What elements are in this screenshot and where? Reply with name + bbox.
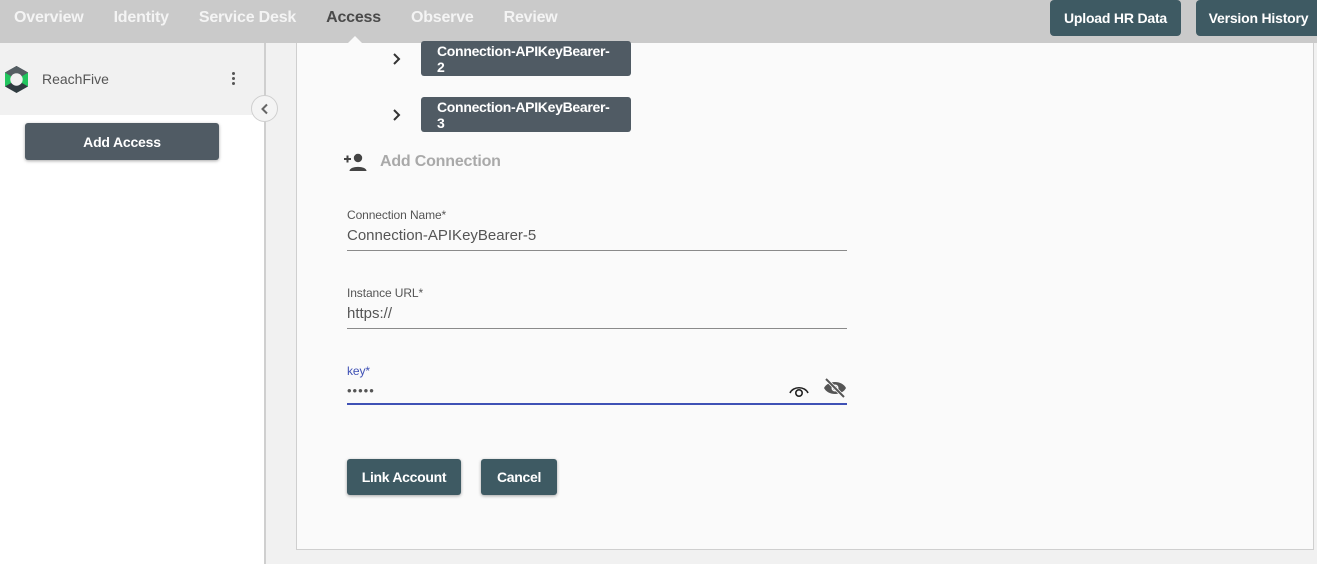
eye-off-icon[interactable] <box>823 378 847 398</box>
upload-hr-data-button[interactable]: Upload HR Data <box>1050 0 1181 36</box>
connection-row: Connection-APIKeyBearer-3 <box>390 97 631 132</box>
key-field: key* <box>347 364 847 405</box>
org-item[interactable]: ReachFive <box>0 43 264 115</box>
instance-url-label: Instance URL* <box>347 286 424 300</box>
key-input[interactable] <box>347 378 847 405</box>
reachfive-logo-icon <box>5 66 28 93</box>
main-nav: Overview Identity Service Desk Access Ob… <box>14 0 588 36</box>
nav-tab-access[interactable]: Access <box>326 9 381 27</box>
collapse-sidebar-button[interactable] <box>251 95 278 122</box>
nav-tab-overview[interactable]: Overview <box>14 9 84 27</box>
chevron-right-icon[interactable] <box>390 108 404 122</box>
link-account-button[interactable]: Link Account <box>347 459 461 495</box>
connection-row: Connection-APIKeyBearer-2 <box>390 41 631 76</box>
connection-chip[interactable]: Connection-APIKeyBearer-3 <box>421 97 631 132</box>
add-connection-label: Add Connection <box>380 153 501 170</box>
chevron-right-icon[interactable] <box>390 52 404 66</box>
nav-tab-observe[interactable]: Observe <box>411 9 474 27</box>
connection-name-field: Connection Name* <box>347 208 847 251</box>
active-tab-indicator <box>348 36 362 43</box>
add-connection-button[interactable]: Add Connection <box>344 152 501 172</box>
key-label: key* <box>347 364 370 378</box>
instance-url-field: Instance URL* <box>347 286 847 329</box>
connection-name-label: Connection Name* <box>347 208 447 222</box>
org-name: ReachFive <box>42 71 109 87</box>
connection-chip[interactable]: Connection-APIKeyBearer-2 <box>421 41 631 76</box>
eye-icon[interactable] <box>789 384 809 398</box>
cancel-button[interactable]: Cancel <box>481 459 557 495</box>
more-vertical-icon[interactable] <box>226 70 240 90</box>
add-access-button[interactable]: Add Access <box>25 123 219 160</box>
nav-tab-service-desk[interactable]: Service Desk <box>199 9 296 27</box>
top-nav-bar: Overview Identity Service Desk Access Ob… <box>0 0 1317 43</box>
sidebar: ReachFive Add Access <box>0 43 264 564</box>
person-add-icon <box>344 153 367 171</box>
chevron-left-icon <box>260 103 268 114</box>
version-history-button[interactable]: Version History <box>1196 0 1317 36</box>
nav-tab-identity[interactable]: Identity <box>114 9 169 27</box>
nav-tab-review[interactable]: Review <box>504 9 558 27</box>
instance-url-input[interactable] <box>347 300 847 329</box>
connection-name-input[interactable] <box>347 222 847 251</box>
